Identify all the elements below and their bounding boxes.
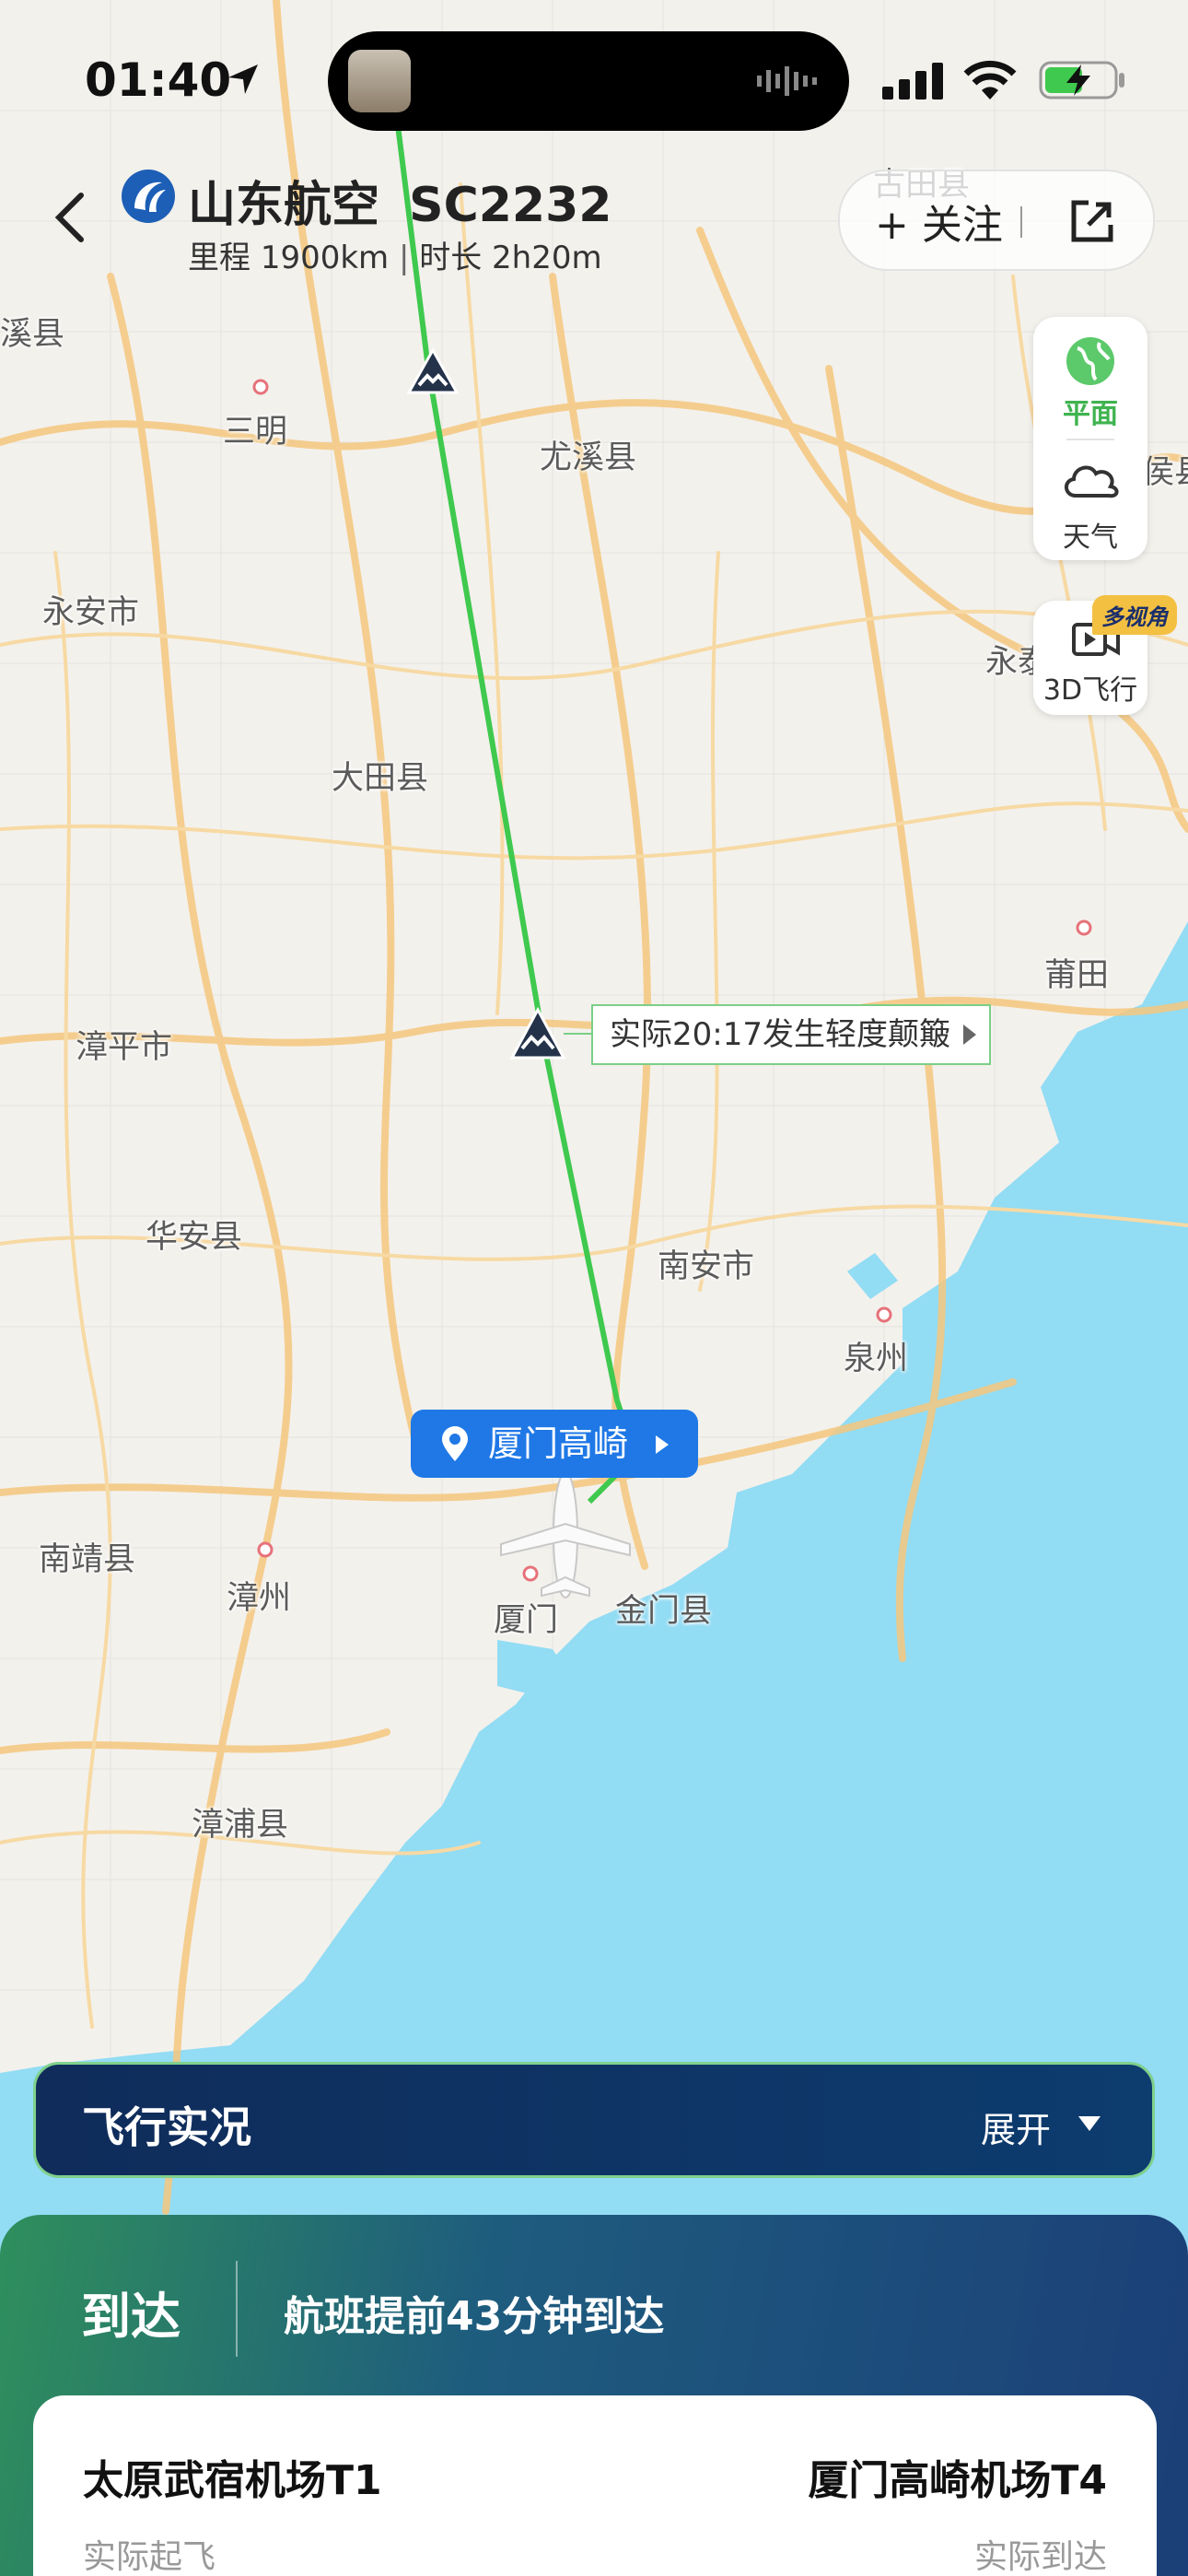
dynamic-island[interactable] [328,31,849,131]
back-chevron-icon[interactable] [44,190,99,245]
arrival-sheet: 到达 航班提前43分钟到达 太原武宿机场T1 厦门高崎机场T4 实际起飞 实际到… [0,2215,1188,2576]
map-label: 莆田 [1044,957,1110,994]
live-panel-title: 飞行实况 [82,2102,251,2152]
map-label: 溪县 [0,316,65,353]
distance-label: 里程 [188,240,250,276]
flight-stats: 里程 1900km | 时长 2h20m [188,232,602,277]
caret-down-icon [1078,2116,1101,2131]
airline-logo [122,170,175,223]
share-icon[interactable] [1066,197,1116,247]
live-flight-panel[interactable]: 飞行实况 展开 [33,2062,1155,2178]
divider [236,2261,238,2357]
divider [1020,206,1022,238]
battery-charging-icon [1039,61,1124,100]
airport-pill-label: 厦门高崎 [488,1423,629,1464]
turbulence-text: 实际20:17发生轻度颠簸 [610,1016,950,1053]
cloud-icon[interactable] [1059,453,1122,503]
map-label: 华安县 [146,1219,243,1256]
map-mode-panel: 平面 天气 [1033,317,1147,560]
cellular-signal-icon [882,63,943,100]
multi-view-badge: 多视角 [1092,595,1177,635]
audio-wave-icon [757,66,817,96]
airline-name: 山东航空 [188,178,380,233]
duration-label: 时长 [419,240,483,276]
follow-share-group: + 关注 [838,170,1155,271]
map-label: 金门县 [615,1593,713,1630]
actual-departure-label: 实际起飞 [83,2538,216,2576]
map-label: 三明 [223,414,288,451]
arrival-status: 到达 [81,2288,181,2346]
flight-header: 山东航空 SC2232 里程 1900km | 时长 2h20m + 关注 [0,157,1188,286]
distance-value: 1900km [260,240,390,276]
stats-divider: | [398,240,420,276]
flight-number: SC2232 [409,178,612,233]
departure-airport: 太原武宿机场T1 [83,2457,382,2504]
map-label: 漳州 [227,1580,292,1617]
now-playing-thumbnail[interactable] [348,50,411,112]
actual-arrival-label: 实际到达 [973,2538,1107,2576]
map-label: 南靖县 [39,1541,136,1578]
divider [1066,439,1114,440]
weather-label[interactable]: 天气 [1033,514,1147,555]
wifi-icon [963,60,1017,100]
duration-value: 2h20m [492,240,602,276]
flight-title: 山东航空 SC2232 [188,166,611,235]
globe-icon[interactable] [1063,334,1118,389]
map-label: 泉州 [844,1341,909,1377]
map-label: 侯县 [1142,454,1188,491]
fly-3d-label: 3D飞行 [1042,674,1138,707]
route-card[interactable]: 太原武宿机场T1 厦门高崎机场T4 实际起飞 实际到达 [33,2395,1157,2576]
arrival-message: 航班提前43分钟到达 [284,2293,665,2340]
location-arrow-icon [228,64,258,94]
map-label: 尤溪县 [540,439,637,476]
chevron-right-icon [656,1435,669,1454]
map-label: 漳平市 [76,1029,173,1066]
flight-map[interactable] [0,0,1188,2576]
expand-button[interactable]: 展开 [981,2102,1051,2152]
clock: 01:40 [85,53,232,107]
map-label: 大田县 [332,760,429,797]
map-label: 永安市 [42,594,140,631]
arrival-airport: 厦门高崎机场T4 [808,2457,1107,2504]
status-bar: 01:40 [0,0,1188,157]
map-label: 南安市 [658,1248,755,1285]
location-pin-icon [442,1426,468,1461]
follow-button[interactable]: + 关注 [875,192,1003,251]
turbulence-callout[interactable]: 实际20:17发生轻度颠簸 [591,1004,991,1065]
plane-mode-label[interactable]: 平面 [1033,391,1147,431]
map-label: 厦门 [494,1602,559,1639]
map-label: 漳浦县 [192,1807,289,1844]
airport-location-pill[interactable]: 厦门高崎 [411,1410,698,1478]
play-arrow-icon [962,1025,976,1045]
